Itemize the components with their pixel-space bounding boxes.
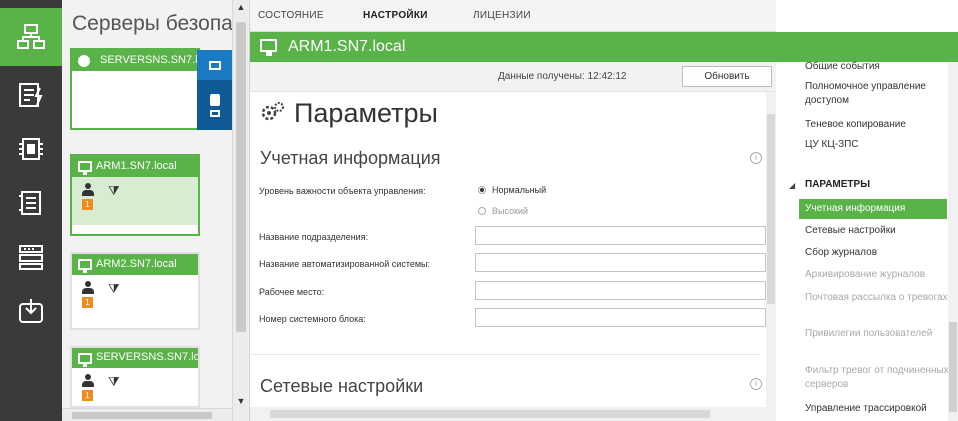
settings-content: Данные получены: 12:42:12 Обновить Парам… — [250, 62, 776, 421]
monitor-icon — [260, 39, 277, 56]
tree-node-arm2[interactable]: ARM2.SN7.local ⧩ 1 — [70, 252, 200, 330]
alert-count-badge: 1 — [82, 199, 93, 210]
data-received-status: Данные получены: 12:42:12 — [498, 71, 627, 82]
tree-node-arm1[interactable]: ARM1.SN7.local ⧩ 1 — [70, 154, 200, 236]
tree-node-server-2[interactable]: SERVERSNS.SN7.local ⧩ 1 — [70, 346, 200, 408]
parameters-gear-icon — [260, 100, 286, 124]
tree-node-server[interactable]: SERVERSNS.SN7.local — [70, 48, 218, 130]
nav-group-parameters[interactable]: ПАРАМЕТРЫ — [805, 179, 870, 190]
rack-icon[interactable] — [0, 228, 62, 286]
importance-normal-radio[interactable]: Нормальный — [478, 185, 546, 195]
app-rail — [0, 0, 62, 421]
nav-item-user-privileges[interactable]: Привилегии пользователей — [805, 327, 951, 341]
monitor-icon — [78, 259, 92, 273]
nav-item-general-events[interactable]: Общие события — [805, 60, 951, 70]
info-icon[interactable]: i — [750, 152, 762, 164]
info-icon[interactable]: i — [750, 378, 762, 390]
field-label: Рабочее место: — [259, 287, 325, 297]
nav-item-access-control[interactable]: Полномочное управление доступом — [805, 80, 951, 108]
scroll-thumb[interactable] — [72, 412, 212, 419]
importance-label: Уровень важности объекта управления: — [259, 186, 426, 196]
section-divider — [250, 354, 760, 355]
collapse-caret-icon[interactable]: ◢ — [789, 181, 795, 190]
section-network-title: Сетевые настройки — [260, 376, 424, 396]
download-icon[interactable] — [0, 282, 62, 340]
field-label: Название автоматизированной системы: — [259, 259, 431, 269]
nav-item-log-archiving[interactable]: Архивирование журналов — [805, 268, 951, 282]
scroll-up-icon[interactable]: ▲ — [233, 0, 249, 14]
monitor-icon — [78, 353, 92, 367]
section-account-title: Учетная информация — [260, 148, 441, 168]
monitor-icon — [78, 161, 92, 175]
alert-count-badge: 1 — [82, 297, 93, 308]
workplace-input[interactable] — [475, 281, 766, 300]
main-tabs: СОСТОЯНИЕ НАСТРОЙКИ ЛИЦЕНЗИИ — [250, 0, 776, 32]
scroll-down-icon[interactable]: ▼ — [233, 394, 249, 408]
nav-vertical-scrollbar[interactable] — [948, 62, 958, 421]
tree-node-label: SERVERSNS.SN7.local — [96, 351, 200, 363]
node-side-tabs — [197, 50, 233, 130]
scroll-thumb[interactable] — [236, 22, 246, 332]
object-title: ARM1.SN7.local — [288, 38, 406, 55]
system-unit-number-input[interactable] — [475, 308, 766, 327]
tree-node-label: ARM1.SN7.local — [96, 160, 177, 172]
settings-navigation: Общие события Полномочное управление дос… — [777, 60, 958, 421]
device-chip-icon[interactable] — [0, 120, 62, 178]
field-label: Название подразделения: — [259, 232, 369, 242]
content-toolbar: Данные получены: 12:42:12 Обновить — [250, 62, 776, 92]
event-log-icon[interactable] — [0, 66, 62, 124]
tab-status[interactable]: СОСТОЯНИЕ — [258, 10, 324, 21]
tree-vertical-scrollbar[interactable]: ▲ ▼ — [232, 0, 248, 421]
nav-item-network-settings[interactable]: Сетевые настройки — [805, 224, 951, 238]
filter-icon: ⧩ — [108, 183, 120, 198]
tab-settings[interactable]: НАСТРОЙКИ — [349, 0, 442, 30]
nav-item-cu-kc[interactable]: ЦУ КЦ-ЗПС — [805, 138, 951, 152]
scroll-thumb[interactable] — [270, 410, 710, 418]
nav-item-account-info[interactable]: Учетная информация — [799, 199, 947, 219]
nav-item-trace-management[interactable]: Управление трассировкой — [805, 402, 951, 416]
content-horizontal-scrollbar[interactable] — [250, 407, 766, 421]
field-label: Номер системного блока: — [259, 314, 366, 324]
user-icon — [82, 281, 94, 295]
nav-item-subordinate-alert-filter[interactable]: Фильтр тревог от подчиненных серверов — [805, 364, 951, 392]
user-icon — [82, 183, 94, 197]
tab-licenses[interactable]: ЛИЦЕНЗИИ — [473, 10, 531, 21]
tree-horizontal-scrollbar[interactable] — [62, 408, 232, 421]
scroll-thumb[interactable] — [949, 322, 957, 412]
importance-high-radio[interactable]: Высокий — [478, 206, 528, 216]
database-tab-icon[interactable] — [197, 80, 233, 130]
tree-title: Серверы безопасн — [72, 12, 232, 35]
automated-system-input[interactable] — [475, 253, 766, 272]
scroll-thumb[interactable] — [767, 114, 775, 304]
monitor-tab-icon[interactable] — [197, 50, 233, 80]
tree-node-label: ARM2.SN7.local — [96, 258, 177, 270]
network-tree-icon[interactable] — [0, 8, 62, 66]
filter-icon: ⧩ — [108, 281, 120, 296]
alert-count-badge: 1 — [82, 390, 93, 401]
user-icon — [82, 374, 94, 388]
server-globe-icon — [76, 53, 92, 69]
nav-item-alert-mailing[interactable]: Почтовая рассылка о тревогах — [805, 291, 951, 305]
server-list-icon[interactable] — [0, 174, 62, 232]
content-vertical-scrollbar[interactable] — [766, 92, 776, 421]
nav-item-log-collection[interactable]: Сбор журналов — [805, 246, 951, 260]
page-title: Параметры — [260, 98, 438, 129]
refresh-button[interactable]: Обновить — [682, 66, 772, 87]
department-name-input[interactable] — [475, 226, 766, 245]
object-banner: ARM1.SN7.local — [250, 32, 958, 62]
filter-icon: ⧩ — [108, 374, 120, 389]
nav-item-shadow-copy[interactable]: Теневое копирование — [805, 118, 951, 132]
